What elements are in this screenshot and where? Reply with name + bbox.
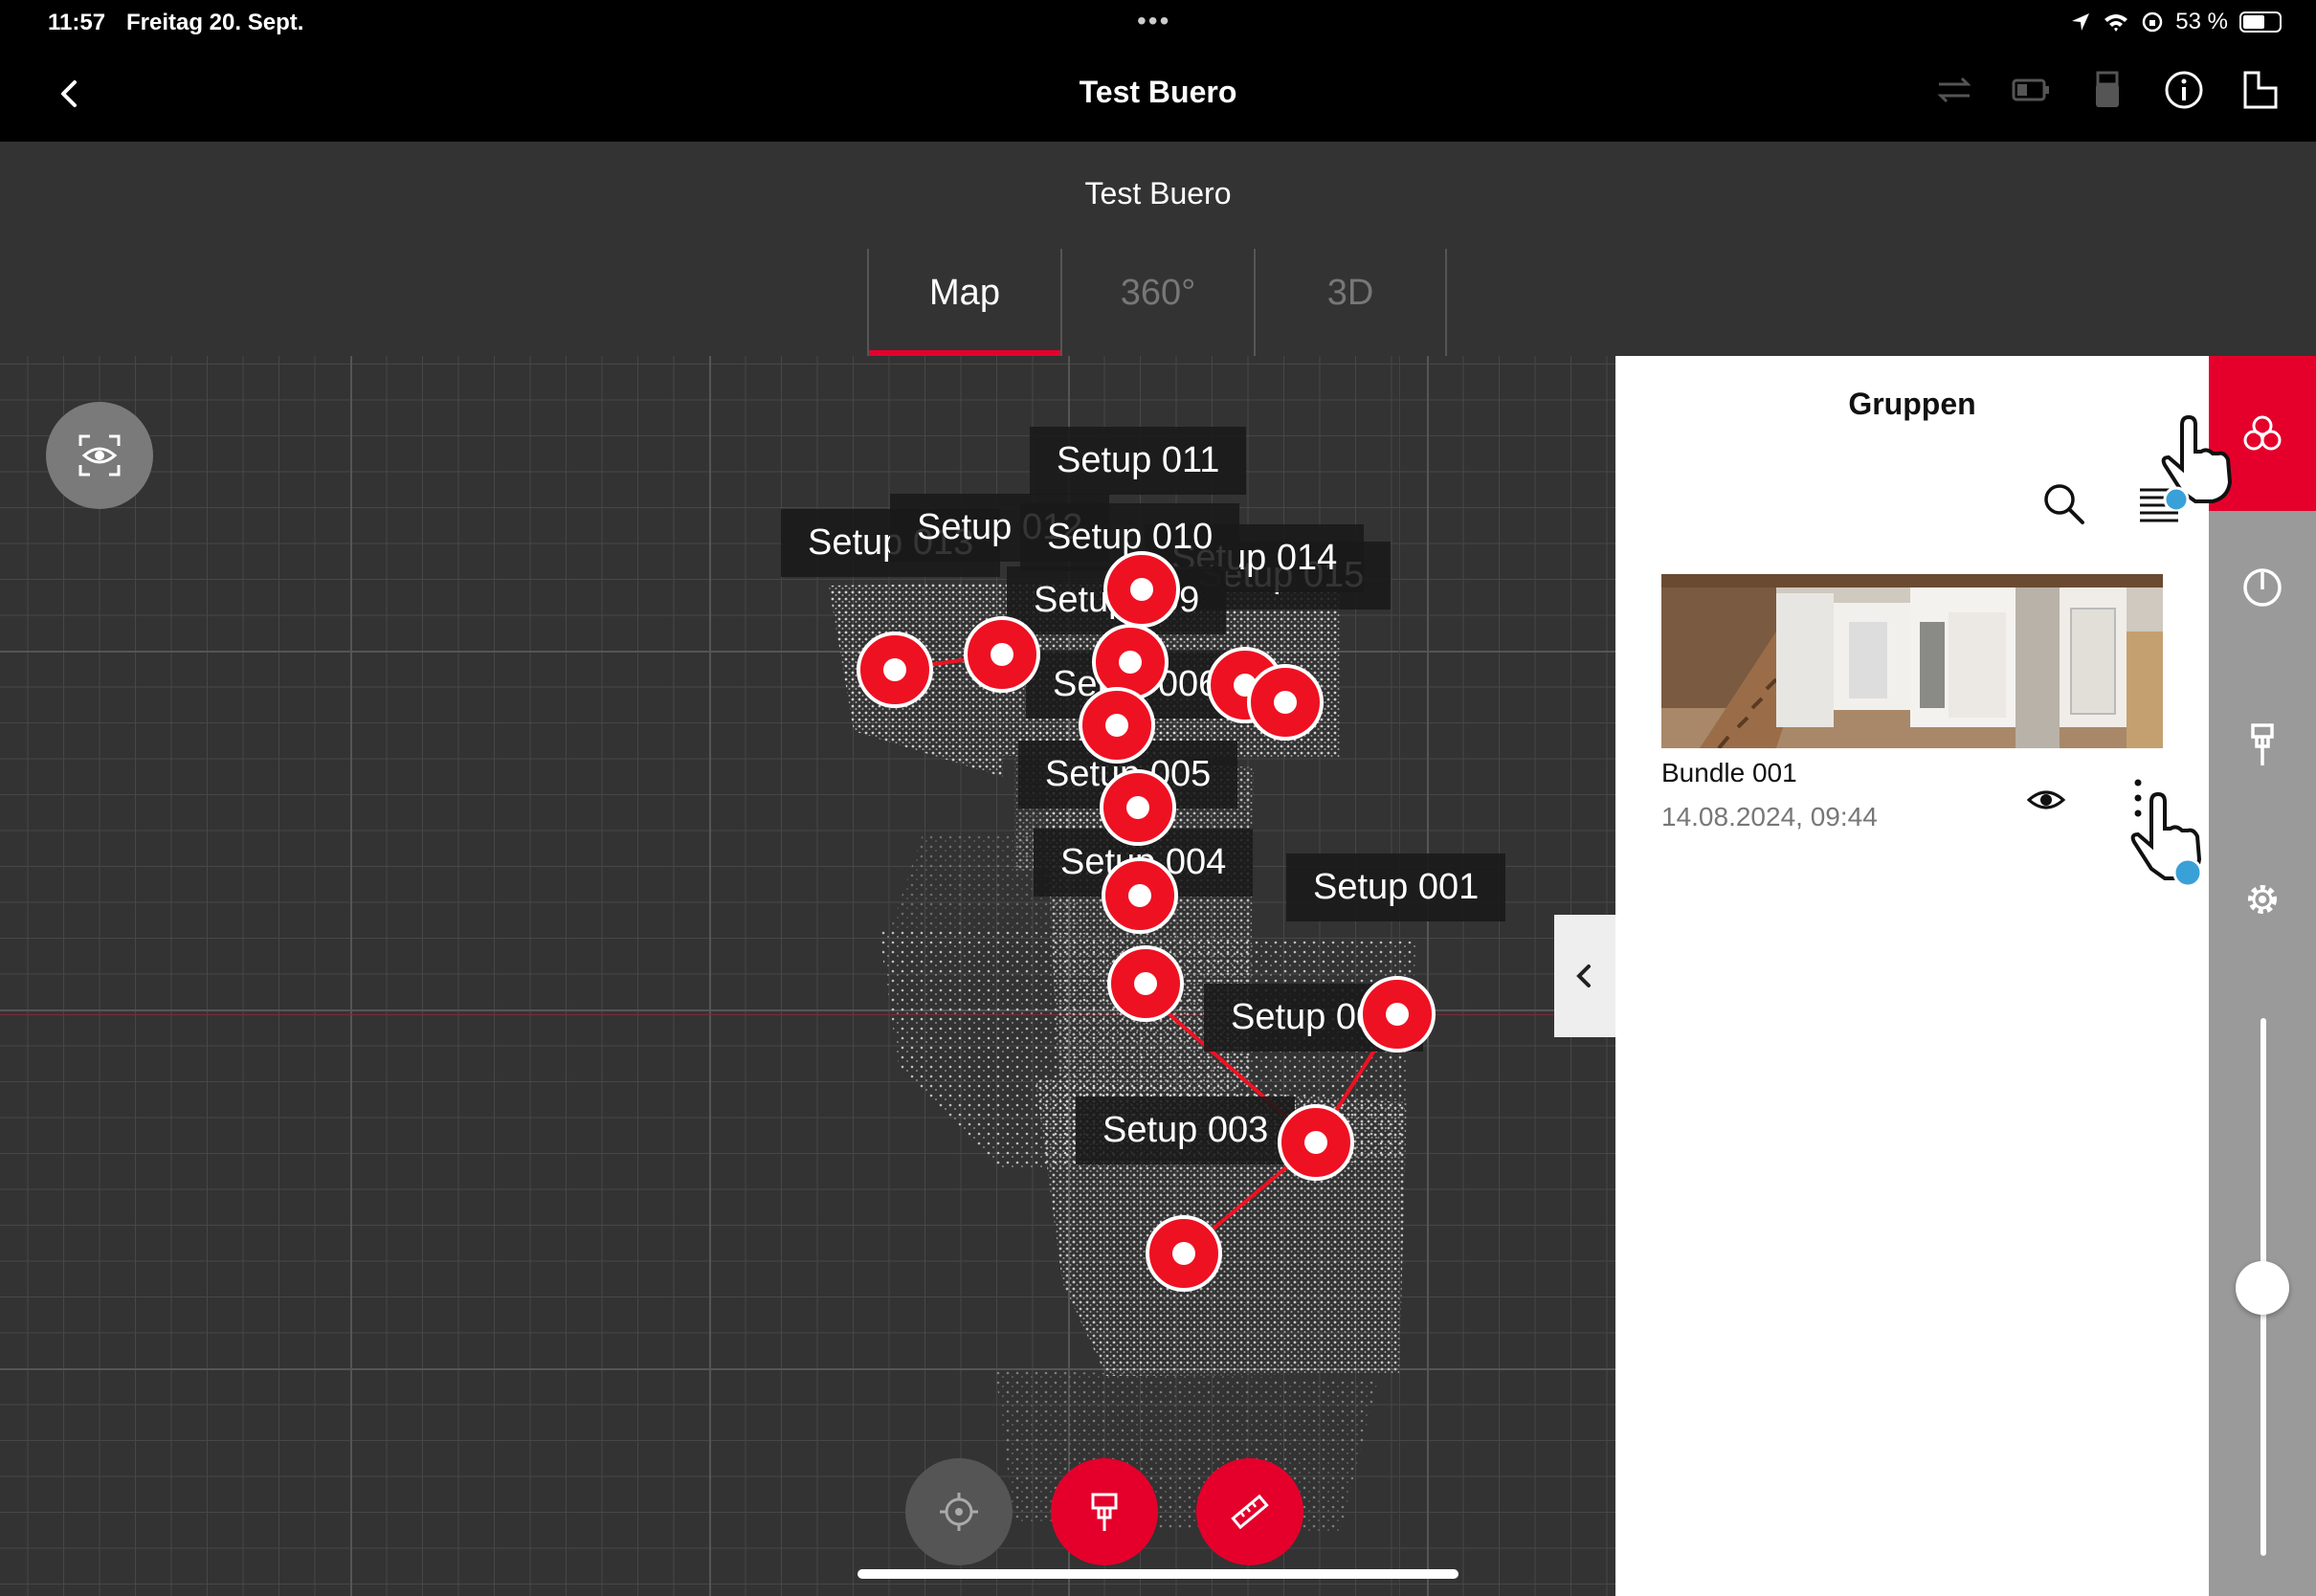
add-pin-button[interactable] — [1051, 1458, 1158, 1565]
pin-tool-icon[interactable] — [2236, 718, 2289, 771]
multitask-dots-icon[interactable]: ••• — [1137, 6, 1170, 36]
project-header: Test Buero Map 360° 3D — [0, 142, 2316, 356]
bundle-date: 14.08.2024, 09:44 — [1661, 802, 1878, 831]
tutorial-hand-pointer-2-icon — [2130, 791, 2203, 888]
location-arrow-icon — [2072, 13, 2090, 31]
setup-marker[interactable] — [1146, 1215, 1222, 1292]
wifi-icon — [2104, 14, 2128, 32]
setup-label-001[interactable]: Setup 001 — [1286, 853, 1506, 921]
ruler-icon — [1231, 1494, 1269, 1530]
pin-icon — [1091, 1493, 1118, 1531]
search-icon[interactable] — [2040, 480, 2086, 526]
usb-drive-icon[interactable] — [2086, 69, 2128, 111]
map-canvas[interactable]: Setup 013 Setup 012 Setup 011 Setup 015 … — [0, 356, 1615, 1596]
view-toggle-button[interactable] — [46, 402, 153, 509]
sync-icon[interactable] — [1933, 69, 1975, 111]
status-bar: 11:57 Freitag 20. Sept. ••• 53 % — [0, 0, 2316, 46]
setup-marker[interactable] — [1100, 769, 1176, 846]
collapse-panel-button[interactable] — [1554, 915, 1615, 1037]
battery-icon — [2239, 11, 2282, 33]
setup-label-003[interactable]: Setup 003 — [1076, 1097, 1296, 1164]
setup-marker[interactable] — [1102, 857, 1178, 934]
eye-scan-icon — [78, 434, 121, 477]
status-date: Freitag 20. Sept. — [126, 10, 304, 35]
device-battery-icon[interactable] — [2010, 69, 2052, 111]
chevron-left-icon — [1576, 964, 1591, 987]
orientation-lock-icon — [2143, 11, 2163, 33]
groups-panel: Gruppen Bundle 001 14.08.2024, 09:44 — [1615, 356, 2209, 1596]
tutorial-hand-pointer-1-icon — [2161, 414, 2233, 511]
setup-label-011[interactable]: Setup 011 — [1030, 427, 1247, 495]
floorplan-icon[interactable] — [2239, 69, 2282, 111]
crosshair-icon — [940, 1493, 978, 1531]
measure-button[interactable] — [1196, 1458, 1303, 1565]
recenter-button[interactable] — [905, 1458, 1013, 1565]
info-icon[interactable] — [2163, 69, 2205, 111]
tab-360[interactable]: 360° — [1060, 249, 1254, 356]
setup-marker[interactable] — [1278, 1104, 1354, 1181]
settings-gear-icon[interactable] — [2236, 873, 2289, 926]
eye-icon[interactable] — [2025, 779, 2067, 821]
setup-marker[interactable] — [1103, 551, 1180, 628]
view-tabs: Map 360° 3D — [867, 249, 1447, 356]
home-indicator[interactable] — [857, 1569, 1459, 1579]
nav-bar: Test Buero — [0, 46, 2316, 142]
setup-marker[interactable] — [1107, 945, 1184, 1022]
battery-percent: 53 % — [2175, 9, 2228, 34]
bundle-thumbnail[interactable] — [1661, 574, 2163, 748]
panorama-image — [1661, 574, 2163, 748]
tab-3d[interactable]: 3D — [1254, 249, 1447, 356]
setup-marker[interactable] — [1247, 664, 1324, 741]
opacity-slider-knob[interactable] — [2236, 1261, 2289, 1315]
bundle-name: Bundle 001 — [1661, 758, 1797, 787]
status-time: 11:57 — [48, 10, 106, 35]
setup-marker[interactable] — [857, 632, 933, 708]
tool-rail — [2209, 356, 2316, 1596]
panel-title: Gruppen — [1848, 387, 1976, 421]
tab-map[interactable]: Map — [867, 249, 1060, 356]
compass-icon[interactable] — [2236, 561, 2289, 614]
setup-marker[interactable] — [1079, 687, 1155, 764]
setup-marker[interactable] — [964, 616, 1040, 693]
project-title: Test Buero — [1084, 176, 1232, 211]
setup-marker[interactable] — [1359, 976, 1436, 1053]
